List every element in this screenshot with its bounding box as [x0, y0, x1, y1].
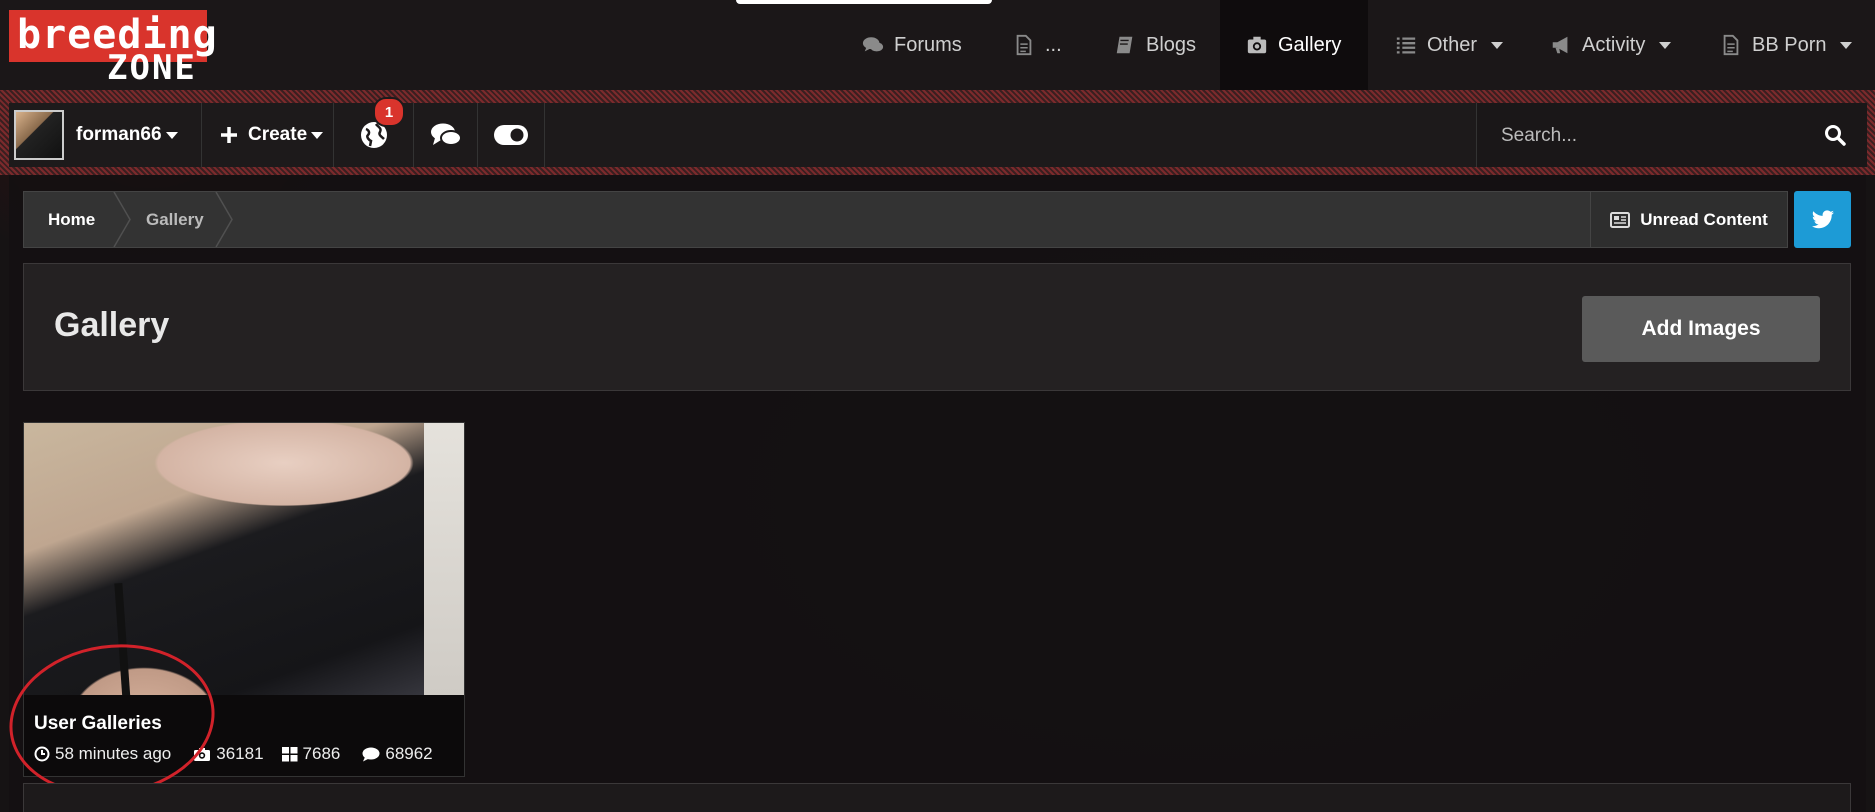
breadcrumb-home[interactable]: Home: [48, 192, 95, 247]
username: forman66: [76, 124, 162, 145]
twitter-button[interactable]: [1794, 191, 1851, 248]
comments-icon: [862, 37, 884, 52]
comment-count-value: 68962: [385, 744, 433, 763]
chevron-down-icon: [1491, 41, 1504, 49]
page-title: Gallery: [54, 306, 170, 344]
nav-item-activity[interactable]: Activity: [1550, 0, 1672, 90]
megaphone-icon: [1552, 36, 1568, 54]
thumbnail-detail: [424, 423, 464, 695]
nav-label-gallery: Gallery: [1278, 33, 1342, 56]
category-stats: 58 minutes ago 36181 7686 68962: [34, 744, 459, 764]
logo-text-zone: ZONE: [107, 48, 197, 88]
user-menu[interactable]: forman66: [9, 103, 202, 167]
next-section-panel: [23, 783, 1851, 812]
document-icon: [1723, 34, 1739, 56]
top-navigation: breeding ZONE Forums ... Blogs Gallery O…: [0, 0, 1875, 90]
theme-toggle[interactable]: [478, 103, 545, 167]
grid-icon: [281, 746, 298, 761]
newspaper-icon: [1610, 211, 1631, 228]
search-bar: [1476, 103, 1867, 167]
unread-content-label: Unread Content: [1640, 209, 1768, 229]
nav-label-blogs: Blogs: [1146, 33, 1197, 56]
comment-count: 68962: [362, 744, 433, 764]
search-input[interactable]: [1499, 117, 1803, 155]
messages-button[interactable]: [414, 103, 478, 167]
breadcrumb-separator: [113, 192, 131, 247]
nav-label-more: ...: [1045, 33, 1062, 56]
nav-item-forums[interactable]: Forums: [862, 0, 962, 90]
book-icon: [1116, 36, 1133, 54]
category-thumbnail[interactable]: [24, 423, 464, 776]
add-images-button[interactable]: Add Images: [1582, 296, 1820, 362]
chevron-down-icon: [1840, 41, 1853, 49]
album-count: 7686: [281, 744, 341, 764]
camera-icon: [194, 747, 211, 761]
breadcrumb-separator: [215, 192, 233, 247]
nav-item-more[interactable]: ...: [1013, 0, 1062, 90]
page-header: Gallery Add Images: [23, 263, 1851, 391]
unread-content-button[interactable]: Unread Content: [1590, 191, 1788, 248]
clock-icon: [34, 746, 50, 762]
create-label: Create: [248, 124, 308, 145]
create-menu[interactable]: Create: [202, 103, 334, 167]
nav-label-bb-porn: BB Porn: [1752, 33, 1827, 56]
search-icon[interactable]: [1823, 123, 1847, 147]
toggle-icon: [494, 125, 528, 145]
nav-item-bb-porn[interactable]: BB Porn: [1720, 0, 1853, 90]
nav-item-other[interactable]: Other: [1395, 0, 1504, 90]
twitter-icon: [1811, 209, 1834, 228]
category-info: User Galleries 58 minutes ago 36181 7686…: [24, 695, 464, 776]
notification-badge: 1: [373, 97, 405, 127]
gallery-category-card[interactable]: User Galleries 58 minutes ago 36181 7686…: [23, 422, 465, 777]
image-count-value: 36181: [216, 744, 264, 763]
album-count-value: 7686: [302, 744, 341, 763]
camera-icon: [1247, 36, 1267, 54]
nav-item-blogs[interactable]: Blogs: [1114, 0, 1196, 90]
category-title[interactable]: User Galleries: [34, 713, 162, 735]
comment-icon: [362, 747, 380, 761]
avatar: [14, 110, 64, 160]
plus-icon: [221, 127, 237, 143]
last-updated: 58 minutes ago: [34, 744, 171, 764]
breadcrumb-gallery[interactable]: Gallery: [146, 192, 204, 247]
list-icon: [1396, 37, 1416, 54]
document-icon: [1016, 34, 1032, 56]
nav-label-other: Other: [1427, 33, 1478, 56]
site-logo[interactable]: breeding ZONE: [9, 10, 217, 88]
nav-label-activity: Activity: [1582, 33, 1646, 56]
comments-icon: [430, 123, 462, 146]
nav-item-gallery[interactable]: Gallery: [1220, 0, 1368, 90]
chevron-down-icon: [165, 131, 178, 139]
chevron-down-icon: [311, 131, 324, 139]
chevron-down-icon: [1659, 41, 1672, 49]
last-updated-text: 58 minutes ago: [55, 744, 172, 763]
nav-label-forums: Forums: [894, 33, 962, 56]
image-count: 36181: [193, 744, 264, 764]
breadcrumb: Home Gallery: [23, 191, 1592, 248]
